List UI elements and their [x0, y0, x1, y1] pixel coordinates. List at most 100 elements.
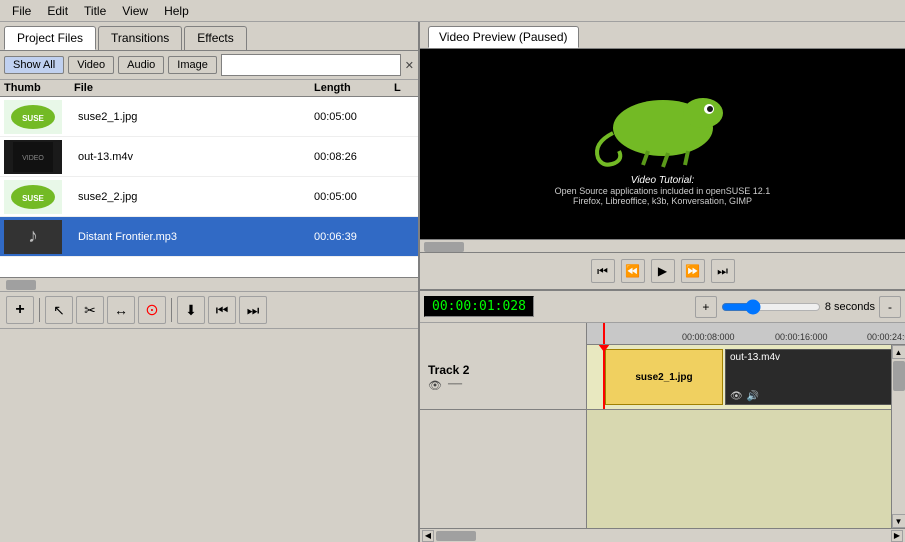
file-list-wrapper: SUSE suse2_1.jpg 00:05:00 VIDEO [0, 97, 418, 277]
timeline-ruler: 00:00:08:000 00:00:16:000 00:00:24:000 0… [587, 323, 905, 345]
track-eye-icon[interactable]: 👁 [428, 379, 442, 392]
video-preview-tab[interactable]: Video Preview (Paused) [428, 26, 579, 48]
ruler-mark-3: 00:00:24:000 [867, 332, 905, 342]
clip-suse2-1[interactable]: suse2_1.jpg [605, 349, 723, 405]
svg-text:VIDEO: VIDEO [22, 155, 44, 162]
file-name-1: suse2_1.jpg [74, 111, 314, 123]
thumb-suse2: SUSE [4, 180, 62, 214]
select-tool-button[interactable]: ↖ [45, 296, 73, 324]
zoom-slider[interactable] [721, 303, 821, 311]
tab-project-files[interactable]: Project Files [4, 26, 96, 50]
zoom-out-button[interactable]: - [879, 296, 901, 318]
file-length-1: 00:05:00 [314, 111, 394, 123]
preview-play-button[interactable]: ▶ [651, 259, 675, 283]
file-length-2: 00:08:26 [314, 151, 394, 163]
menubar: File Edit Title View Help [0, 0, 905, 22]
file-row[interactable]: SUSE suse2_2.jpg 00:05:00 [0, 177, 418, 217]
time-display: 00:00:01:028 [424, 296, 534, 317]
track-2-row: Track 2 👁 ── [420, 345, 891, 410]
audio-filter-button[interactable]: Audio [118, 56, 164, 74]
preview-skip-forward-button[interactable]: ⏭ [711, 259, 735, 283]
video-black-right [850, 49, 905, 239]
track-2-content: suse2_1.jpg out-13.m4v 👁 🔊 [587, 345, 891, 409]
clip-out13-label: out-13.m4v [730, 352, 891, 363]
clip-eye-icon: 👁 [730, 391, 743, 402]
menu-view[interactable]: View [114, 2, 156, 20]
preview-controls: ⏮ ⏪ ▶ ⏩ ⏭ [420, 253, 905, 289]
thumb-suse1: SUSE [4, 100, 62, 134]
clip-out13-icons: 👁 🔊 [730, 391, 891, 402]
ruler-row: 00:00:08:000 00:00:16:000 00:00:24:000 0… [420, 323, 905, 345]
clip-suse2-1-label: suse2_1.jpg [635, 372, 692, 383]
vscroll-bar[interactable]: ▲ ▼ [891, 345, 905, 528]
clip-out13[interactable]: out-13.m4v 👁 🔊 [725, 349, 891, 405]
col-l: L [394, 82, 414, 94]
timeline-toolbar-row: 00:00:01:028 + 8 seconds - [420, 291, 905, 323]
show-all-button[interactable]: Show All [4, 56, 64, 74]
thumb-audio: ♪ [4, 220, 62, 254]
timeline-tracks: Track 2 👁 ── [420, 345, 891, 528]
track-mute-icon[interactable]: ── [448, 379, 462, 392]
move-tool-button[interactable]: ↔ [107, 296, 135, 324]
file-row[interactable]: VIDEO out-13.m4v 00:08:26 [0, 137, 418, 177]
video-main-area: openSUSE Video Tutorial: Open Source app… [475, 49, 850, 239]
vscroll-up-button[interactable]: ▲ [892, 345, 905, 359]
ruler-mark-2: 00:00:16:000 [775, 332, 828, 342]
timeline-area: 00:00:01:028 + 8 seconds - 00:00:08:000 … [420, 289, 905, 542]
video-preview-header: Video Preview (Paused) [420, 22, 905, 49]
vscroll-down-button[interactable]: ▼ [892, 514, 905, 528]
track-playhead [603, 345, 605, 409]
zoom-label: 8 seconds [825, 301, 875, 313]
hscroll-left-btn[interactable]: ◀ [422, 530, 434, 542]
preview-skip-back-button[interactable]: ⏮ [591, 259, 615, 283]
toolbar: + ↖ ✂ ↔ ⊙ ⬇ ⏮ ⏭ [0, 291, 418, 329]
main-container: Project Files Transitions Effects Show A… [0, 22, 905, 542]
tab-transitions[interactable]: Transitions [98, 26, 182, 50]
menu-file[interactable]: File [4, 2, 39, 20]
file-row-selected[interactable]: ♪ Distant Frontier.mp3 00:06:39 [0, 217, 418, 257]
file-name-2: out-13.m4v [74, 151, 314, 163]
filter-bar: Show All Video Audio Image ✕ [0, 51, 418, 80]
video-filter-button[interactable]: Video [68, 56, 114, 74]
preview-scrollbar[interactable] [420, 239, 905, 253]
opensuse-logo-svg: openSUSE [573, 83, 753, 173]
playhead-marker [603, 323, 605, 344]
svg-text:SUSE: SUSE [22, 114, 44, 123]
tab-effects[interactable]: Effects [184, 26, 246, 50]
menu-edit[interactable]: Edit [39, 2, 76, 20]
split-down-button[interactable]: ⬇ [177, 296, 205, 324]
file-list-hscroll[interactable] [0, 277, 418, 291]
ruler-label-col [420, 323, 587, 345]
vscroll-thumb[interactable] [893, 361, 905, 391]
add-button[interactable]: + [6, 296, 34, 324]
ruler-mark-1: 00:00:08:000 [682, 332, 735, 342]
preview-forward-button[interactable]: ⏩ [681, 259, 705, 283]
search-input[interactable] [221, 54, 401, 76]
track-2-icons: 👁 ── [428, 379, 578, 392]
file-list-header: Thumb File Length L [0, 80, 418, 97]
empty-track-area [420, 410, 891, 528]
col-length: Length [314, 82, 394, 94]
left-panel: Project Files Transitions Effects Show A… [0, 22, 420, 542]
file-length-4: 00:06:39 [314, 231, 394, 243]
track-2-label: Track 2 👁 ── [420, 345, 587, 409]
video-black-left [420, 49, 475, 239]
snap-button[interactable]: ⊙ [138, 296, 166, 324]
hscroll-right-btn[interactable]: ▶ [891, 530, 903, 542]
clear-search-button[interactable]: ✕ [405, 59, 414, 72]
file-name-3: suse2_2.jpg [74, 191, 314, 203]
right-panel: Video Preview (Paused) [420, 22, 905, 542]
jump-start-button[interactable]: ⏮ [208, 296, 236, 324]
menu-help[interactable]: Help [156, 2, 197, 20]
file-row[interactable]: SUSE suse2_1.jpg 00:05:00 [0, 97, 418, 137]
menu-title[interactable]: Title [76, 2, 114, 20]
tool-separator-1 [39, 298, 40, 322]
image-filter-button[interactable]: Image [168, 56, 217, 74]
timeline-hscroll[interactable]: ◀ ▶ [420, 528, 905, 542]
hscroll-thumb[interactable] [436, 531, 476, 541]
zoom-in-button[interactable]: + [695, 296, 717, 318]
cut-tool-button[interactable]: ✂ [76, 296, 104, 324]
jump-end-button[interactable]: ⏭ [239, 296, 267, 324]
svg-text:SUSE: SUSE [22, 194, 44, 203]
preview-rewind-button[interactable]: ⏪ [621, 259, 645, 283]
